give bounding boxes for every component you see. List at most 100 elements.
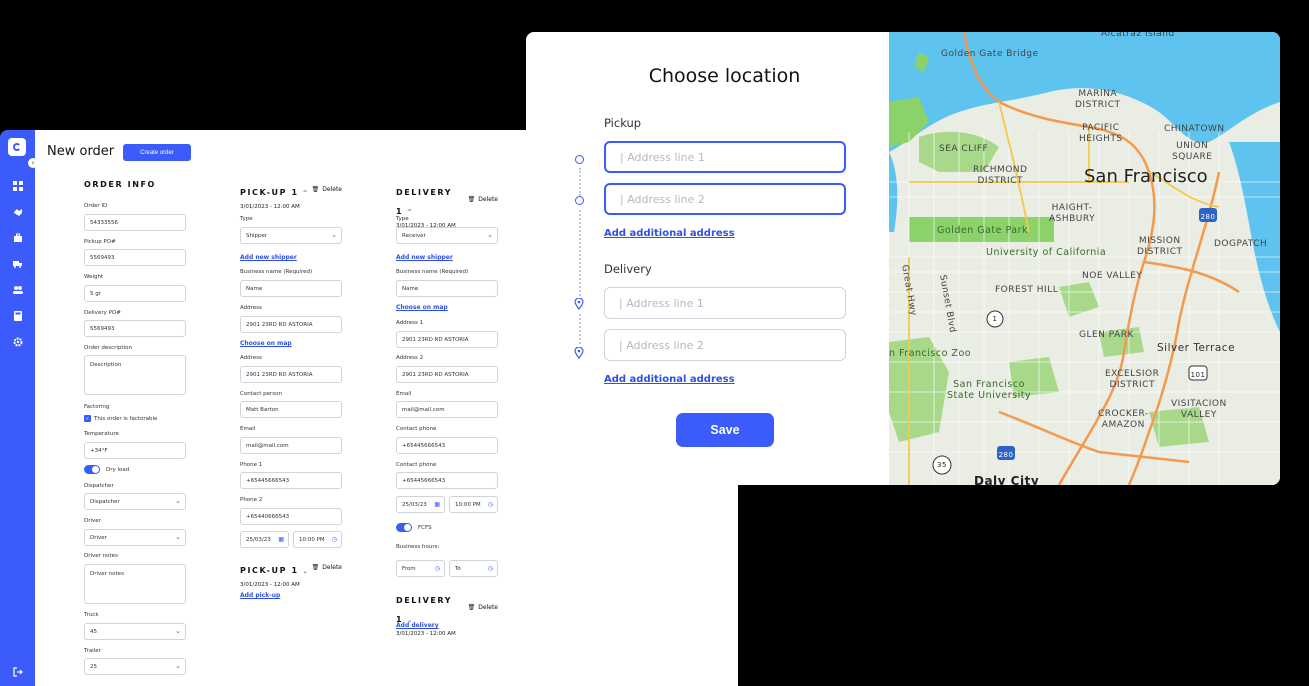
- map-label-ucsf: University of California: [986, 247, 1107, 258]
- delivery-date-input[interactable]: 25/03/23 ▦: [396, 496, 445, 513]
- driver-notes-label: Driver notes: [84, 553, 118, 559]
- factoring-label: Factoring: [84, 404, 110, 410]
- chevron-up-icon[interactable]: ^: [407, 209, 412, 216]
- driver-select[interactable]: Driver: [84, 529, 186, 546]
- add-pickup-link[interactable]: Add pick-up: [240, 592, 280, 599]
- briefcase-icon[interactable]: [12, 232, 23, 243]
- map-label-sfsu: San Francisco State University: [947, 379, 1032, 401]
- map-label-marina: MARINA DISTRICT: [1075, 89, 1121, 110]
- weight-input[interactable]: 5 gr: [84, 285, 186, 302]
- app-logo[interactable]: [8, 138, 26, 156]
- factorable-checkbox[interactable]: ✓: [84, 415, 91, 422]
- map-label-zoo: n Francisco Zoo: [889, 348, 972, 359]
- save-button[interactable]: Save: [676, 413, 774, 447]
- delivery-time-input[interactable]: 10:00 PM ◷: [449, 496, 498, 513]
- delivery-email-input[interactable]: mail@mail.com: [396, 401, 498, 418]
- order-description-label: Order description: [84, 345, 132, 351]
- sidebar-toggle-icon[interactable]: ›: [28, 158, 38, 168]
- delivery-business-label: Business name (Required): [396, 269, 469, 275]
- delivery-address1-input[interactable]: 2901 23RD RD ASTORIA: [396, 331, 498, 348]
- delivery-address-line1-input[interactable]: | Address line 1: [604, 287, 846, 319]
- truck-icon[interactable]: [12, 258, 23, 269]
- pickup-type-select[interactable]: Shipper: [240, 227, 342, 244]
- delete-label: Delete: [322, 186, 342, 193]
- delete-label: Delete: [478, 603, 498, 611]
- pickup-business-input[interactable]: Name: [240, 280, 342, 297]
- delivery-po-input[interactable]: 5569493: [84, 320, 186, 337]
- pickup-date-input[interactable]: 25/03/23 ▦: [240, 531, 289, 548]
- chevron-down-icon[interactable]: ⌄: [303, 568, 308, 575]
- delivery-delete-button[interactable]: 🗑 Delete: [468, 196, 498, 203]
- business-hours-to-input[interactable]: To ◷: [449, 560, 498, 577]
- map-label-richmond: RICHMOND DISTRICT: [973, 165, 1028, 186]
- map-label-crocker: CROCKER- AMAZON: [1098, 409, 1149, 430]
- map-view[interactable]: Golden Gate Bridge Alcatraz Island MARIN…: [889, 32, 1280, 485]
- trailer-label: Trailer: [84, 648, 101, 654]
- pickup-address-line2-input[interactable]: | Address line 2: [604, 183, 846, 215]
- map-label-daly-city: Daly City: [974, 474, 1040, 485]
- delivery-add-address-link[interactable]: Add additional address: [604, 374, 735, 385]
- calculator-icon[interactable]: [12, 310, 23, 321]
- delivery-address-line2-input[interactable]: | Address line 2: [604, 329, 846, 361]
- pickup-address-input[interactable]: 2901 23RD RD ASTORIA: [240, 316, 342, 333]
- pickup-second-title: PICK-UP 1: [240, 566, 299, 575]
- pickup-phone1-input[interactable]: +65445666543: [240, 472, 342, 489]
- pickup-delete-button[interactable]: 🗑 Delete: [312, 186, 342, 193]
- pickup-contact-input[interactable]: Matt Barton: [240, 401, 342, 418]
- delivery-type-label: Type: [396, 216, 409, 222]
- pickup-address2-label: Address: [240, 355, 262, 361]
- add-new-shipper-link[interactable]: Add new shipper: [240, 254, 297, 261]
- delivery-phone2-input[interactable]: +65445666543: [396, 472, 498, 489]
- delivery-add-shipper-link[interactable]: Add new shipper: [396, 254, 453, 261]
- pickup-second-section: PICK-UP 1 ⌄ 🗑 Delete 3/01/2023 - 12:00 AM: [240, 558, 342, 588]
- fcfs-toggle[interactable]: [396, 523, 412, 532]
- truck-select[interactable]: 45: [84, 623, 186, 640]
- map-label-sea-cliff: SEA CLIFF: [939, 144, 989, 154]
- pickup-phone2-label: Phone 2: [240, 497, 263, 503]
- trash-icon: 🗑: [467, 603, 476, 611]
- delivery-choose-on-map-link[interactable]: Choose on map: [396, 304, 448, 311]
- delivery-phone2-label: Contact phone: [396, 462, 437, 468]
- handshake-icon[interactable]: [12, 206, 23, 217]
- pickup-po-input[interactable]: 5569493: [84, 249, 186, 266]
- pickup-business-label: Business name (Required): [240, 269, 313, 275]
- add-delivery-link[interactable]: Add delivery: [396, 622, 439, 629]
- pickup-po-label: Pickup PO#: [84, 239, 116, 245]
- users-icon[interactable]: [12, 284, 23, 295]
- pickup-address2-input[interactable]: 2901 23RD RD ASTORIA: [240, 366, 342, 383]
- delivery-second-delete-button[interactable]: 🗑 Delete: [468, 604, 498, 611]
- pickup-second-delete-button[interactable]: 🗑 Delete: [312, 564, 342, 571]
- order-description-textarea[interactable]: Description: [84, 355, 186, 395]
- pickup-email-input[interactable]: mail@mail.com: [240, 437, 342, 454]
- order-info-title: ORDER INFO: [84, 180, 156, 189]
- clock-icon: ◷: [487, 565, 493, 572]
- temperature-input[interactable]: +34°F: [84, 442, 186, 459]
- dashboard-icon[interactable]: [12, 180, 23, 191]
- pickup-add-address-link[interactable]: Add additional address: [604, 228, 735, 239]
- pickup-phone1-label: Phone 1: [240, 462, 263, 468]
- logout-icon[interactable]: [12, 666, 23, 677]
- order-id-input[interactable]: 54333556: [84, 214, 186, 231]
- delivery-pin-icon: [574, 347, 584, 359]
- pickup-address-line1-input[interactable]: | Address line 1: [604, 141, 846, 173]
- delivery-address2-input[interactable]: 2901 23RD RD ASTORIA: [396, 366, 498, 383]
- pickup-time-input[interactable]: 10:00 PM ◷: [293, 531, 342, 548]
- dry-load-toggle[interactable]: [84, 465, 100, 474]
- create-order-button[interactable]: Create order: [123, 144, 191, 161]
- delivery-type-select[interactable]: Receiver: [396, 227, 498, 244]
- pickup-time-value: 10:00 PM: [299, 536, 325, 543]
- delivery-second-title: DELIVERY 1: [396, 596, 453, 624]
- chevron-up-icon[interactable]: ^: [303, 190, 308, 197]
- dispatcher-select[interactable]: Dispatcher: [84, 493, 186, 510]
- delivery-business-input[interactable]: Name: [396, 280, 498, 297]
- dispatcher-label: Dispatcher: [84, 483, 114, 489]
- driver-notes-textarea[interactable]: Driver notes: [84, 564, 186, 604]
- trailer-select[interactable]: 25: [84, 658, 186, 675]
- map-label-pacific-heights: PACIFIC HEIGHTS: [1079, 123, 1123, 144]
- business-hours-from-input[interactable]: From ◷: [396, 560, 445, 577]
- map-label-san-francisco: San Francisco: [1084, 166, 1208, 187]
- gear-icon[interactable]: [12, 336, 23, 347]
- pickup-choose-on-map-link[interactable]: Choose on map: [240, 340, 292, 347]
- delivery-phone1-input[interactable]: +65445666543: [396, 437, 498, 454]
- pickup-phone2-input[interactable]: +65440666543: [240, 508, 342, 525]
